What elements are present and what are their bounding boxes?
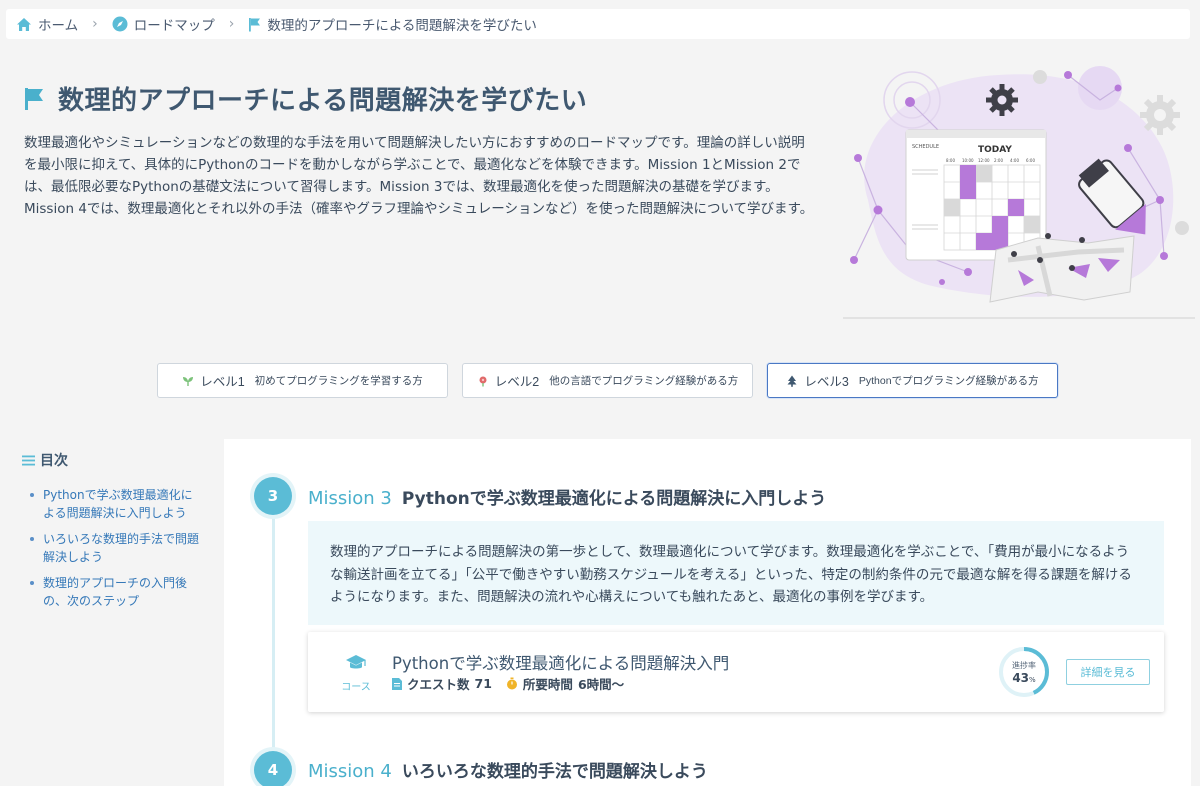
chevron-right-icon: › <box>228 16 235 32</box>
level-3-button[interactable]: レベル3 Pythonでプログラミング経験がある方 <box>767 363 1058 398</box>
time-label: 2:00 <box>994 158 1003 163</box>
level-selector: レベル1 初めてプログラミングを学習する方 レベル2 他の言語でプログラミング経… <box>157 363 1058 398</box>
sprout-icon <box>182 375 194 387</box>
required-time-value: 6時間〜 <box>577 677 625 692</box>
level-desc: 初めてプログラミングを学習する方 <box>254 375 423 387</box>
level-1-button[interactable]: レベル1 初めてプログラミングを学習する方 <box>157 363 448 398</box>
time-label: 12:00 <box>978 158 990 163</box>
toc-heading: 目次 <box>22 450 202 470</box>
compass-icon <box>112 16 128 32</box>
progress-ring: 進捗率 43% <box>998 646 1050 698</box>
breadcrumb-home-label: ホーム <box>38 18 79 34</box>
time-label: 8:00 <box>946 158 955 163</box>
tree-icon <box>786 375 798 387</box>
course-meta: クエスト数 71 所要時間 6時間〜 <box>392 674 624 693</box>
graduation-cap-icon <box>345 654 367 672</box>
document-icon <box>392 677 402 690</box>
toc-item[interactable]: いろいろな数理的手法で問題解決しよう <box>30 530 202 566</box>
toc-title: 目次 <box>40 453 68 469</box>
breadcrumb: ホーム › ロードマップ › 数理的アプローチによる問題解決を学びたい <box>6 9 1190 39</box>
home-icon <box>16 17 32 32</box>
progress-value: 43% <box>998 671 1050 685</box>
mission-description: 数理的アプローチによる問題解決の第一歩として、数理最適化について学びます。数理最… <box>308 521 1164 625</box>
quest-count: クエスト数 71 <box>392 674 492 693</box>
view-details-button[interactable]: 詳細を見る <box>1066 659 1150 685</box>
mission-label: Mission 3 <box>308 488 392 509</box>
time-label: 4:00 <box>1010 158 1019 163</box>
timeline-line <box>272 497 275 786</box>
required-time: 所要時間 6時間〜 <box>506 674 624 693</box>
roadmap-description: 数理最適化やシミュレーションなどの数理的な手法を用いて問題解決したい方におすすめ… <box>24 135 814 217</box>
table-of-contents: 目次 Pythonで学ぶ数理最適化による問題解決に入門しよう いろいろな数理的手… <box>22 450 202 618</box>
quest-count-value: 71 <box>474 676 492 691</box>
time-label: 10:00 <box>962 158 974 163</box>
breadcrumb-roadmap-label: ロードマップ <box>133 18 215 34</box>
roadmap-illustration: SCHEDULE TODAY 8:00 10:00 12:00 2:00 4:0… <box>838 60 1200 322</box>
progress-label: 進捗率 <box>1012 661 1036 670</box>
level-desc: Pythonでプログラミング経験がある方 <box>858 375 1039 387</box>
chevron-right-icon: › <box>92 16 98 32</box>
page-title-text: 数理的アプローチによる問題解決を学びたい <box>58 86 588 116</box>
toc-item[interactable]: Pythonで学ぶ数理最適化による問題解決に入門しよう <box>30 486 202 522</box>
course-type: コース <box>336 654 376 693</box>
breadcrumb-current: 数理的アプローチによる問題解決を学びたい <box>248 14 537 34</box>
breadcrumb-current-label: 数理的アプローチによる問題解決を学びたい <box>267 18 537 34</box>
time-label: 6:00 <box>1026 158 1035 163</box>
flag-icon <box>24 87 44 111</box>
flag-icon <box>248 17 261 32</box>
breadcrumb-roadmap[interactable]: ロードマップ <box>112 14 215 34</box>
course-card[interactable]: コース Pythonで学ぶ数理最適化による問題解決入門 クエスト数 71 所要時… <box>308 632 1164 712</box>
level-name: レベル1 <box>200 375 245 389</box>
mission-label: Mission 4 <box>308 761 392 782</box>
level-name: レベル3 <box>804 375 849 389</box>
mission-number-badge: 4 <box>254 751 292 786</box>
mission-heading: Mission 3 Pythonで学ぶ数理最適化による問題解決に入門しよう <box>308 484 826 509</box>
level-2-button[interactable]: レベル2 他の言語でプログラミング経験がある方 <box>462 363 753 398</box>
mission-number-badge: 3 <box>254 477 292 515</box>
progress-unit: % <box>1029 676 1036 684</box>
level-name: レベル2 <box>494 375 540 389</box>
mission-heading: Mission 4 いろいろな数理的手法で問題解決しよう <box>308 757 708 782</box>
breadcrumb-home[interactable]: ホーム <box>16 14 78 34</box>
progress-number: 43 <box>1012 671 1030 685</box>
flower-icon <box>477 375 489 387</box>
level-desc: 他の言語でプログラミング経験がある方 <box>549 375 739 387</box>
quest-count-label: クエスト数 <box>407 677 470 692</box>
toc-item[interactable]: 数理的アプローチの入門後の、次のステップ <box>30 574 202 610</box>
course-type-label: コース <box>341 682 371 693</box>
page-title: 数理的アプローチによる問題解決を学びたい <box>24 80 587 117</box>
mission-title: Pythonで学ぶ数理最適化による問題解決に入門しよう <box>401 489 827 509</box>
stopwatch-icon <box>506 677 518 690</box>
course-title[interactable]: Pythonで学ぶ数理最適化による問題解決入門 <box>392 650 729 674</box>
toc-list: Pythonで学ぶ数理最適化による問題解決に入門しよう いろいろな数理的手法で問… <box>22 486 202 610</box>
list-icon <box>22 455 35 466</box>
required-time-label: 所要時間 <box>522 677 573 692</box>
today-label: TODAY <box>978 145 1012 155</box>
schedule-label: SCHEDULE <box>912 144 939 150</box>
mission-title: いろいろな数理的手法で問題解決しよう <box>401 762 708 782</box>
